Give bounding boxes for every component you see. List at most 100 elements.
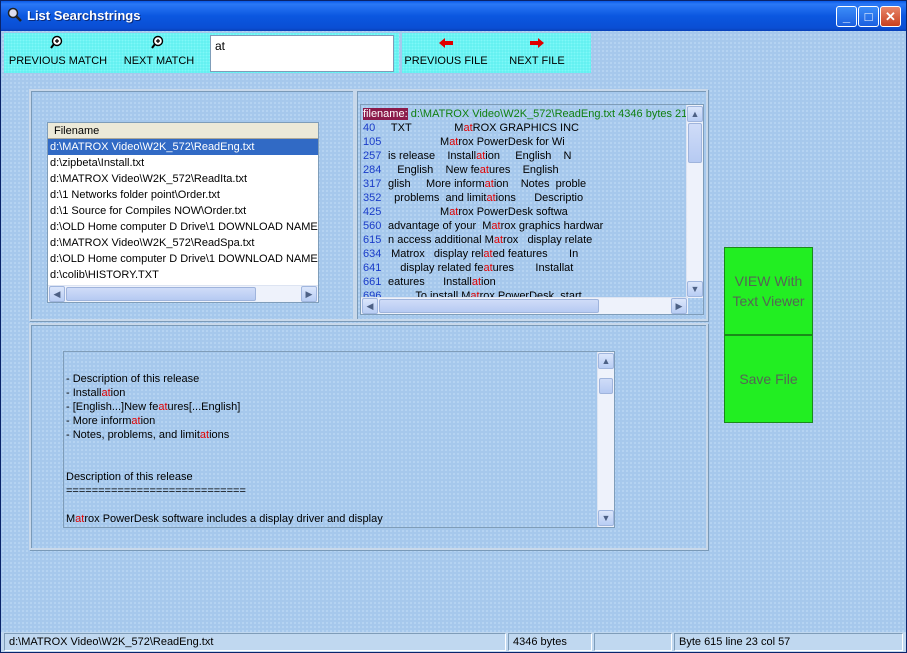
save-file-button[interactable]: Save File xyxy=(724,335,813,423)
scroll-right-icon[interactable]: ▶ xyxy=(671,298,687,314)
scroll-down-icon[interactable]: ▼ xyxy=(687,281,703,297)
hit-row[interactable]: 257 is release Installation English N xyxy=(363,149,572,163)
hit-offset: 352 xyxy=(363,192,382,204)
hit-text-before: is release Install xyxy=(385,150,477,162)
hit-match: at xyxy=(479,164,489,176)
hit-text-after: rox PowerDesk for Wi xyxy=(458,136,565,148)
text-view[interactable]: - Description of this release - Installat… xyxy=(63,351,615,528)
file-list-item[interactable]: d:\MATROX Video\W2K_572\ReadIta.txt xyxy=(48,171,318,187)
hit-text-before: advantage of your M xyxy=(385,220,492,232)
filename-column-header[interactable]: Filename xyxy=(48,123,318,139)
search-input[interactable] xyxy=(210,35,394,72)
filename-tag: filename: xyxy=(363,108,408,120)
hit-row[interactable]: 661 eatures Installation xyxy=(363,275,496,289)
hit-row[interactable]: 634 Matrox display related features In xyxy=(363,247,578,261)
hit-text-after: ROX GRAPHICS INC xyxy=(472,122,579,134)
text-segment: - Notes, problems, and limit xyxy=(66,429,200,441)
hit-row[interactable]: 105 Matrox PowerDesk for Wi xyxy=(363,135,565,149)
text-segment: ion xyxy=(110,387,126,399)
file-list[interactable]: Filename d:\MATROX Video\W2K_572\ReadEng… xyxy=(47,122,319,303)
hit-row[interactable]: 560 advantage of your Matrox graphics ha… xyxy=(363,219,603,233)
hit-row[interactable]: 352 problems and limitations Descriptio xyxy=(363,191,583,205)
arrow-left-icon xyxy=(404,35,488,53)
next-file-button[interactable]: NEXT FILE xyxy=(506,35,568,71)
file-list-item[interactable]: d:\MATROX Video\W2K_572\ReadSpa.txt xyxy=(48,235,318,251)
hit-row[interactable]: 40 TXT MatROX GRAPHICS INC xyxy=(363,121,579,135)
hit-text-after: rox PowerDesk softwa xyxy=(458,206,568,218)
text-segment: - More inform xyxy=(66,415,132,427)
arrow-right-icon xyxy=(506,35,568,53)
scroll-left-icon[interactable]: ◀ xyxy=(49,286,65,302)
text-vertical-scrollbar[interactable]: ▲ ▼ xyxy=(597,352,614,527)
file-list-item[interactable]: d:\OLD Home computer D Drive\1 DOWNLOAD … xyxy=(48,251,318,267)
hit-match: at xyxy=(476,150,486,162)
hit-text-before: M xyxy=(385,206,450,218)
file-toolbar: PREVIOUS FILE NEXT FILE xyxy=(402,33,591,73)
file-list-horizontal-scrollbar[interactable]: ◀ ▶ xyxy=(48,285,318,302)
close-button[interactable]: ✕ xyxy=(880,6,901,27)
view-with-text-viewer-button[interactable]: VIEW With Text Viewer xyxy=(724,247,813,335)
save-button-label: Save File xyxy=(739,371,798,387)
text-match: at xyxy=(131,415,141,427)
previous-match-button[interactable]: PREVIOUS MATCH xyxy=(8,35,108,71)
text-line: Description of this release xyxy=(66,470,193,484)
hit-offset: 661 xyxy=(363,276,382,288)
hit-text-before: display related fe xyxy=(385,262,484,274)
hit-text-after: rox display relate xyxy=(503,234,593,246)
text-line: - [English...]New features[...English] xyxy=(66,400,240,414)
hits-list[interactable]: filename: d:\MATROX Video\W2K_572\ReadEn… xyxy=(360,104,704,315)
file-list-item[interactable]: d:\1 Source for Compiles NOW\Order.txt xyxy=(48,203,318,219)
hit-match: at xyxy=(483,248,493,260)
file-list-item[interactable]: d:\colib\HISTORY.TXT xyxy=(48,267,318,283)
hit-row[interactable]: 284 English New features English xyxy=(363,163,559,177)
hit-offset: 105 xyxy=(363,136,382,148)
hit-text-after: ions Descriptio xyxy=(495,192,584,204)
text-match: at xyxy=(199,429,210,441)
scroll-thumb[interactable] xyxy=(599,378,613,394)
hit-row[interactable]: 425 Matrox PowerDesk softwa xyxy=(363,205,568,219)
title-bar[interactable]: List Searchstrings _ □ ✕ xyxy=(1,1,906,31)
hit-row[interactable]: 641 display related features Installat xyxy=(363,261,573,275)
hit-match: at xyxy=(471,276,482,288)
hit-row[interactable]: 317 glish More information Notes proble xyxy=(363,177,586,191)
hits-vertical-scrollbar[interactable]: ▲ ▼ xyxy=(686,105,703,298)
hit-text-after: ion Notes proble xyxy=(493,178,587,190)
text-match: at xyxy=(101,387,111,399)
text-match: at xyxy=(158,401,168,413)
hits-horizontal-scrollbar[interactable]: ◀ ▶ xyxy=(361,297,688,314)
file-list-item[interactable]: d:\MATROX Video\W2K_572\ReadEng.txt xyxy=(48,139,318,155)
minimize-button[interactable]: _ xyxy=(836,6,857,27)
hit-text-before: English New fe xyxy=(385,164,480,176)
hit-offset: 634 xyxy=(363,248,382,260)
scroll-thumb[interactable] xyxy=(379,299,599,313)
hit-offset: 317 xyxy=(363,178,382,190)
status-size: 4346 bytes xyxy=(508,633,592,651)
hit-row[interactable]: 615 n access additional Matrox display r… xyxy=(363,233,592,247)
text-segment: ions xyxy=(209,429,230,441)
scroll-up-icon[interactable]: ▲ xyxy=(598,353,614,369)
view-button-label: VIEW With Text Viewer xyxy=(732,273,805,309)
previous-file-label: PREVIOUS FILE xyxy=(404,55,488,67)
hit-text-before: n access additional M xyxy=(385,234,494,246)
file-list-item[interactable]: d:\OLD Home computer D Drive\1 DOWNLOAD … xyxy=(48,219,318,235)
scroll-up-icon[interactable]: ▲ xyxy=(687,106,703,122)
next-file-label: NEXT FILE xyxy=(509,55,565,67)
next-match-button[interactable]: NEXT MATCH xyxy=(122,35,196,71)
previous-match-label: PREVIOUS MATCH xyxy=(8,55,108,67)
file-list-item[interactable]: d:\1 Networks folder point\Order.txt xyxy=(48,187,318,203)
hit-text-after: ures English xyxy=(488,164,559,176)
scroll-down-icon[interactable]: ▼ xyxy=(598,510,614,526)
hit-text-after: ed features In xyxy=(492,248,579,260)
hit-offset: 40 xyxy=(363,122,376,134)
hit-offset: 560 xyxy=(363,220,382,232)
window-title: List Searchstrings xyxy=(27,8,141,23)
magnifier-app-icon xyxy=(7,7,23,23)
file-list-item[interactable]: d:\zipbeta\Install.txt xyxy=(48,155,318,171)
scroll-thumb[interactable] xyxy=(66,287,256,301)
text-line: - Description of this release xyxy=(66,372,199,386)
maximize-button[interactable]: □ xyxy=(858,6,879,27)
scroll-right-icon[interactable]: ▶ xyxy=(301,286,317,302)
scroll-thumb[interactable] xyxy=(688,123,702,163)
scroll-left-icon[interactable]: ◀ xyxy=(362,298,378,314)
previous-file-button[interactable]: PREVIOUS FILE xyxy=(404,35,488,71)
